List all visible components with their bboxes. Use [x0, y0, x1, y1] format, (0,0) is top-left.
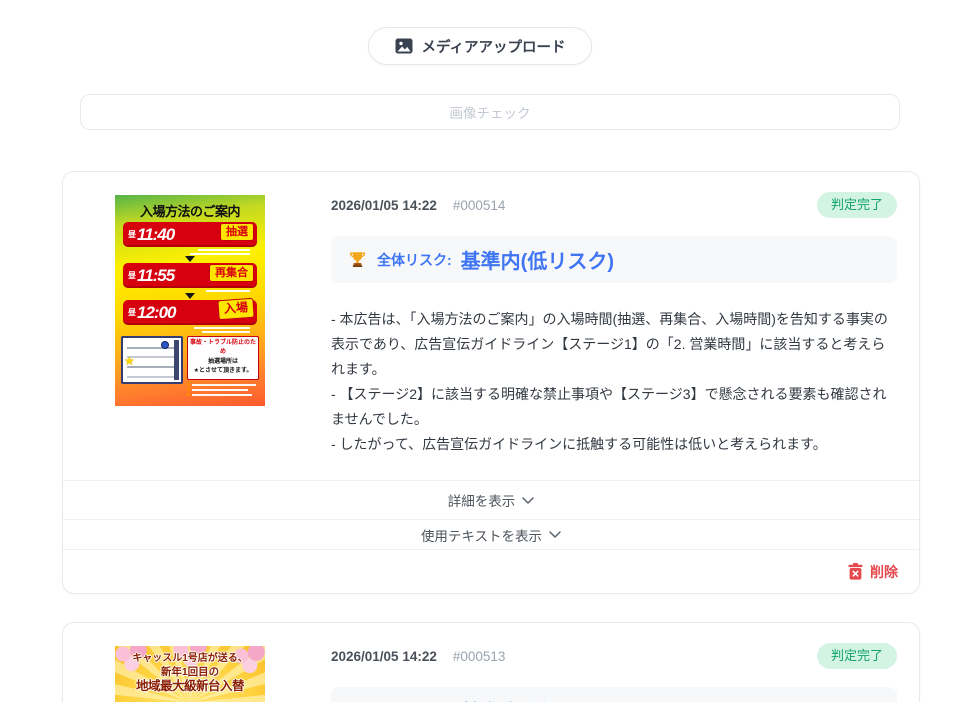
floor-map: ★: [121, 336, 183, 384]
status-badge: 判定完了: [817, 643, 897, 669]
meta-row: 2026/01/05 14:22 #000513 判定完了: [331, 646, 897, 666]
show-details-toggle[interactable]: 詳細を表示: [63, 480, 919, 519]
delete-label: 削除: [870, 562, 898, 582]
chevron-down-icon: [549, 531, 561, 538]
ad-thumbnail[interactable]: 入場方法のご案内 昼11:40 抽選 昼11:55 再集合: [115, 195, 265, 406]
card-footer: 削除: [63, 549, 919, 593]
schedule-row: 昼12:00 入場: [123, 300, 257, 325]
down-triangle-icon: [185, 256, 195, 262]
card-main: 入場方法のご案内 昼11:40 抽選 昼11:55 再集合: [63, 172, 919, 480]
top-bar: メディアアップロード: [0, 0, 960, 65]
fine-print: [123, 247, 257, 255]
trash-icon: [848, 563, 863, 580]
timestamp: 2026/01/05 14:22: [331, 198, 437, 213]
delete-button[interactable]: 削除: [848, 562, 898, 582]
meta-row: 2026/01/05 14:22 #000514 判定完了: [331, 195, 897, 215]
judgement-card: キャッスル1号店が送る、 新年1回目の 地域最大級新台入替 新 台 入 替 20…: [62, 622, 920, 702]
fine-print: [123, 288, 257, 292]
schedule-row: 昼11:55 再集合: [123, 263, 257, 288]
fine-print: [123, 325, 257, 333]
schedule-row: 昼11:40 抽選: [123, 222, 257, 247]
entry-id: #000514: [453, 198, 506, 213]
analysis-text: - 本広告は、「入場方法のご案内」の入場時間(抽選、再集合、入場時間)を告知する…: [331, 307, 897, 456]
notice-box: 事故・トラブル防止のため 抽選場所は ★とさせて頂きます。: [187, 336, 259, 380]
timestamp: 2026/01/05 14:22: [331, 649, 437, 664]
fine-print: [187, 383, 259, 396]
ad-thumbnail[interactable]: キャッスル1号店が送る、 新年1回目の 地域最大級新台入替 新 台 入 替: [115, 646, 265, 702]
poster-footer: ★ 事故・トラブル防止のため 抽選場所は ★とさせて頂きます。: [115, 333, 265, 396]
overall-risk-bar: 全体リスク: 基準内(低リスク): [331, 687, 897, 702]
status-badge: 判定完了: [817, 192, 897, 218]
poster-title: 入場方法のご案内: [115, 201, 265, 220]
media-upload-label: メディアアップロード: [422, 36, 566, 57]
down-triangle-icon: [185, 293, 195, 299]
risk-value: 基準内(低リスク): [461, 696, 614, 702]
card-main: キャッスル1号店が送る、 新年1回目の 地域最大級新台入替 新 台 入 替 20…: [63, 623, 919, 702]
media-upload-button[interactable]: メディアアップロード: [368, 27, 593, 65]
poster-title: キャッスル1号店が送る、 新年1回目の 地域最大級新台入替: [115, 653, 265, 694]
overall-risk-bar: 全体リスク: 基準内(低リスク): [331, 236, 897, 283]
trophy-icon: [348, 250, 367, 269]
risk-value: 基準内(低リスク): [461, 245, 614, 274]
image-check-button[interactable]: 画像チェック: [80, 94, 900, 130]
judgement-card: 入場方法のご案内 昼11:40 抽選 昼11:55 再集合: [62, 171, 920, 594]
star-icon: ★: [124, 354, 135, 368]
show-used-text-toggle[interactable]: 使用テキストを表示: [63, 519, 919, 549]
entry-id: #000513: [453, 649, 506, 664]
image-icon: [395, 38, 413, 54]
poster-schedule: 昼11:40 抽選 昼11:55 再集合 昼12:00: [115, 220, 265, 333]
risk-label: 全体リスク:: [377, 250, 452, 270]
map-marker: [161, 341, 169, 349]
chevron-down-icon: [522, 497, 534, 504]
image-check-label: 画像チェック: [450, 102, 531, 122]
